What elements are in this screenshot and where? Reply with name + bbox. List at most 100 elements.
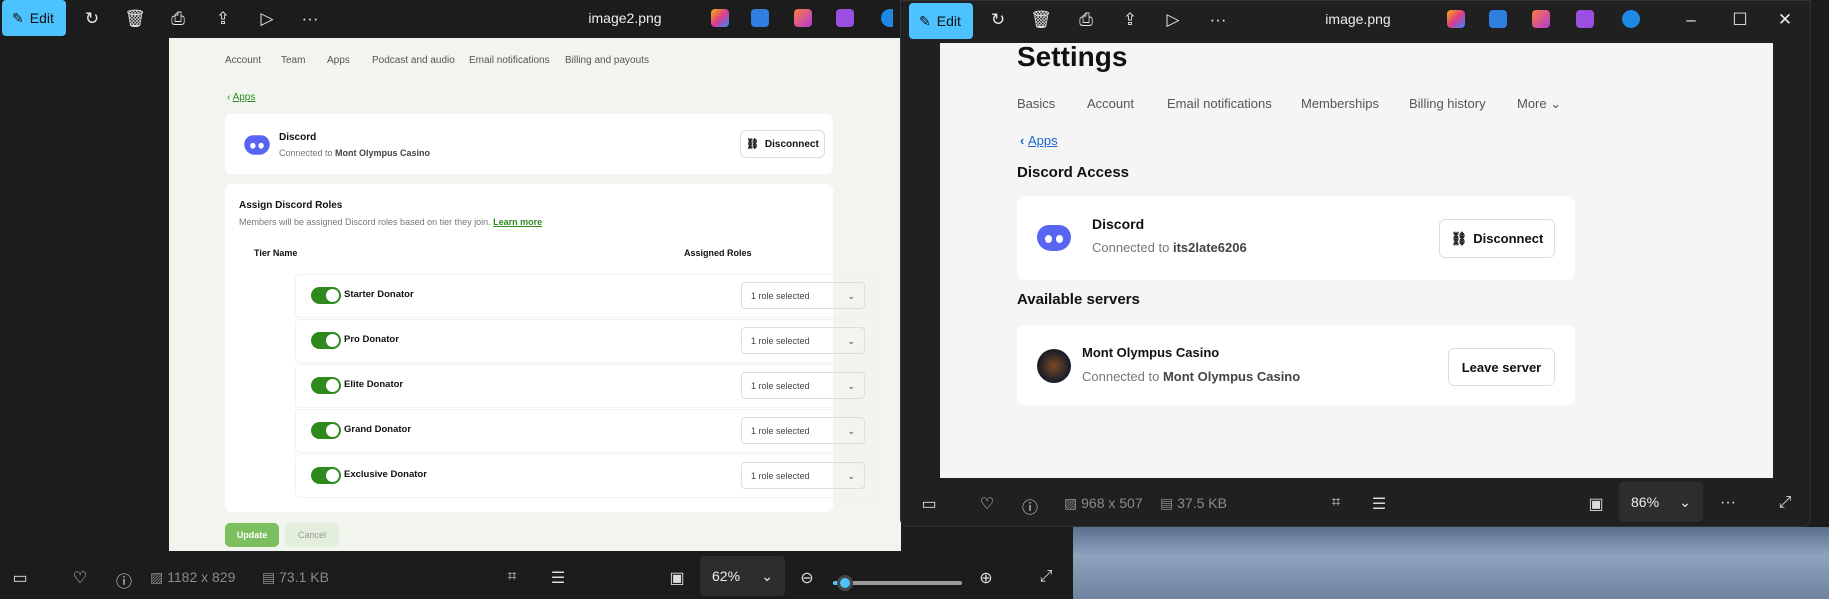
slideshow-icon[interactable]: ▷ [1162,9,1184,31]
cancel-button[interactable]: Cancel [285,523,339,547]
disconnect-button[interactable]: ⛓ Disconnect [1439,219,1555,258]
more-icon[interactable]: ··· [1207,9,1229,31]
section-title-available-servers: Available servers [1017,291,1140,308]
zoom-out-icon[interactable]: ⊖ [797,568,817,588]
delete-icon[interactable]: 🗑 [124,8,146,30]
tab-email-notifications[interactable]: Email notifications [1167,96,1272,111]
assigned-roles-select[interactable]: 1 role selected ⌄ [741,417,865,444]
info-icon[interactable]: ⓘ [1020,494,1040,518]
chevron-down-icon: ⌄ [1679,493,1691,510]
minimize-icon[interactable]: – [1680,9,1702,31]
server-name: Mont Olympus Casino [1082,345,1220,360]
edit-button[interactable]: ✎ Edit [909,3,973,39]
leave-server-button[interactable]: Leave server [1448,348,1555,386]
designer-icon[interactable] [751,9,769,27]
text-extract-icon[interactable]: ☰ [1369,494,1389,514]
zoom-dropdown[interactable]: 86% ⌄ [1619,482,1703,522]
zoom-slider-thumb[interactable] [837,575,854,591]
rotate-icon[interactable]: ↻ [987,9,1009,31]
disconnect-button[interactable]: ⛓ Disconnect [740,130,825,158]
copilot-icon[interactable] [1447,10,1465,28]
update-button[interactable]: Update [225,523,279,547]
roles-title: Assign Discord Roles [239,200,343,211]
tab-billing-history[interactable]: Billing history [1409,96,1486,111]
tier-enabled-toggle[interactable] [311,377,341,394]
tab-account[interactable]: Account [1087,96,1134,111]
text-extract-icon[interactable]: ☰ [548,568,568,588]
window-title: image2.png [588,10,662,26]
clipchamp-icon[interactable] [794,9,812,27]
clip-icon[interactable] [836,9,854,27]
info-icon[interactable]: ⓘ [114,568,134,592]
print-icon[interactable]: ⎙ [1075,9,1097,31]
tier-name: Starter Donator [344,289,414,300]
fit-to-window-icon[interactable]: ▣ [667,568,687,588]
copilot-icon[interactable] [711,9,729,27]
chevron-down-icon: ⌄ [847,426,855,436]
maximize-icon[interactable]: ☐ [1729,9,1751,31]
tier-enabled-toggle[interactable] [311,467,341,484]
more-icon[interactable]: ··· [299,8,321,30]
tab-email-notifications[interactable]: Email notifications [469,55,550,66]
edit-button[interactable]: ✎ Edit [2,0,66,36]
tab-more[interactable]: More ⌄ [1517,96,1561,112]
back-link-apps[interactable]: ‹ Apps [227,92,255,103]
discord-logo-icon [1037,225,1071,251]
assigned-roles-select[interactable]: 1 role selected ⌄ [741,282,865,309]
zoom-in-icon[interactable]: ⊕ [976,568,996,588]
fit-to-window-icon[interactable]: ▣ [1586,494,1606,514]
back-link-apps[interactable]: ‹ Apps [1020,133,1058,148]
tab-apps[interactable]: Apps [327,55,350,66]
fullscreen-icon[interactable]: ⤢ [1775,494,1795,512]
visual-search-icon[interactable]: ⌗ [1326,494,1346,512]
file-size: ▤ 37.5 KB [1160,495,1227,511]
window-title: image.png [1325,11,1391,27]
tier-row: Grand Donator 1 role selected ⌄ [295,409,875,453]
onedrive-icon[interactable] [1622,10,1640,28]
tab-billing[interactable]: Billing and payouts [565,55,649,66]
slideshow-icon[interactable]: ▷ [256,8,278,30]
zoom-slider[interactable] [833,575,962,591]
filmstrip-icon[interactable]: ▭ [10,568,30,588]
tab-team[interactable]: Team [281,55,305,66]
zoom-dropdown[interactable]: 62% ⌄ [700,556,785,596]
assigned-roles-select[interactable]: 1 role selected ⌄ [741,327,865,354]
designer-icon[interactable] [1489,10,1507,28]
delete-icon[interactable]: 🗑 [1030,9,1052,31]
tab-basics[interactable]: Basics [1017,96,1055,111]
unlink-icon: ⛓ [746,138,759,150]
tier-enabled-toggle[interactable] [311,332,341,349]
chevron-down-icon: ⌄ [847,291,855,301]
tab-memberships[interactable]: Memberships [1301,96,1379,111]
more-icon[interactable]: ··· [1718,494,1738,512]
share-icon[interactable]: ⇪ [212,8,234,30]
assign-roles-card: Assign Discord Roles Members will be ass… [225,184,875,512]
print-icon[interactable]: ⎙ [167,8,189,30]
tier-enabled-toggle[interactable] [311,287,341,304]
server-connected-status: Connected to Mont Olympus Casino [1082,369,1301,384]
discord-integration-card: Discord Connected to Mont Olympus Casino… [225,114,833,174]
assigned-roles-select[interactable]: 1 role selected ⌄ [741,372,865,399]
share-icon[interactable]: ⇪ [1119,9,1141,31]
rotate-icon[interactable]: ↻ [81,8,103,30]
clipchamp-icon[interactable] [1532,10,1550,28]
filmstrip-icon[interactable]: ▭ [919,494,939,514]
clip-icon[interactable] [1576,10,1594,28]
tier-enabled-toggle[interactable] [311,422,341,439]
fullscreen-icon[interactable]: ⤢ [1036,568,1056,586]
learn-more-link[interactable]: Learn more [493,217,542,227]
favorite-heart-icon[interactable]: ♡ [70,568,90,588]
unlink-icon: ⛓ [1450,230,1468,246]
image-dimensions: ▨ 1182 x 829 [150,569,236,585]
tab-podcast[interactable]: Podcast and audio [372,55,455,66]
close-icon[interactable]: ✕ [1774,9,1796,31]
tab-account[interactable]: Account [225,55,261,66]
visual-search-icon[interactable]: ⌗ [502,568,522,586]
right-image-canvas: Settings Basics Account Email notificati… [940,43,1773,478]
edit-icon: ✎ [919,12,931,29]
image-dimensions: ▨ 968 x 507 [1064,495,1143,511]
favorite-heart-icon[interactable]: ♡ [977,494,997,514]
connected-status: Connected to Mont Olympus Casino [279,148,431,158]
onedrive-icon[interactable] [881,9,893,27]
assigned-roles-select[interactable]: 1 role selected ⌄ [741,462,865,489]
